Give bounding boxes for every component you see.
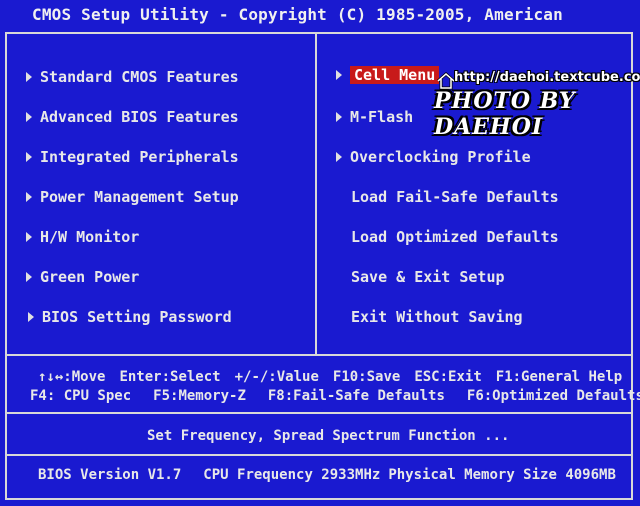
menu-item-hw-monitor[interactable]: H/W Monitor [26, 226, 139, 248]
divider-description [7, 412, 631, 414]
triangle-right-icon [26, 151, 32, 162]
menu-item-integrated-peripherals[interactable]: Integrated Peripherals [26, 146, 239, 168]
memory-size: Physical Memory Size 4096MB [388, 467, 616, 483]
menu-label: Standard CMOS Features [40, 68, 239, 86]
triangle-right-icon [26, 231, 32, 242]
menu-item-exit-without-saving[interactable]: Exit Without Saving [351, 306, 523, 328]
divider-help [7, 354, 631, 356]
menu-item-power-management[interactable]: Power Management Setup [26, 186, 239, 208]
photo-watermark: http://daehoi.textcube.com PHOTO BY DAEH… [428, 66, 640, 140]
menu-label: BIOS Setting Password [42, 308, 232, 326]
menu-item-m-flash[interactable]: M-Flash [336, 106, 413, 128]
menu-label: M-Flash [350, 108, 414, 126]
help-move: ↑↓↔:Move [38, 369, 106, 385]
window-title: CMOS Setup Utility - Copyright (C) 1985-… [0, 0, 640, 54]
help-general: F1:General Help [495, 369, 623, 385]
triangle-right-icon [28, 311, 34, 322]
menu-item-save-exit[interactable]: Save & Exit Setup [351, 266, 505, 288]
menu-label: Integrated Peripherals [40, 148, 239, 166]
menu-label: H/W Monitor [40, 228, 140, 246]
help-select: Enter:Select [119, 369, 221, 385]
menu-item-load-optimized[interactable]: Load Optimized Defaults [351, 226, 559, 248]
menu-item-load-failsafe[interactable]: Load Fail-Safe Defaults [351, 186, 559, 208]
triangle-right-icon [26, 111, 32, 122]
menu-item-cell-menu[interactable]: Cell Menu [336, 64, 440, 86]
triangle-right-icon [336, 69, 342, 80]
help-value: +/-/:Value [234, 369, 319, 385]
pane-divider [315, 34, 317, 356]
help-row-2: F4: CPU Spec F5:Memory-Z F8:Fail-Safe Defa… [30, 386, 640, 406]
bios-version: BIOS Version V1.7 [38, 467, 182, 483]
help-cpu-spec: F4: CPU Spec [30, 388, 132, 404]
cpu-frequency: CPU Frequency 2933MHz [203, 467, 381, 483]
menu-label: Power Management Setup [40, 188, 239, 206]
help-optimized: F6:Optimized Defaults [466, 388, 640, 404]
menu-item-advanced-bios[interactable]: Advanced BIOS Features [26, 106, 239, 128]
triangle-right-icon [336, 151, 342, 162]
item-description: Set Frequency, Spread Spectrum Function … [147, 428, 510, 444]
help-row-1: ↑↓↔:Move Enter:Select +/-/:Value F10:Save ES… [38, 367, 636, 387]
watermark-photo-by: PHOTO BY DAEHOI [434, 88, 576, 140]
menu-label: Advanced BIOS Features [40, 108, 239, 126]
watermark-url: http://daehoi.textcube.com [454, 70, 640, 85]
triangle-right-icon [336, 111, 342, 122]
menu-item-green-power[interactable]: Green Power [26, 266, 139, 288]
menu-item-overclocking-profile[interactable]: Overclocking Profile [336, 146, 531, 168]
help-save: F10:Save [332, 369, 401, 385]
help-failsafe: F8:Fail-Safe Defaults [267, 388, 445, 404]
menu-item-bios-password[interactable]: BIOS Setting Password [28, 306, 232, 328]
divider-status [7, 454, 631, 456]
menu-item-standard-cmos[interactable]: Standard CMOS Features [26, 66, 239, 88]
menu-label: Green Power [40, 268, 140, 286]
help-exit: ESC:Exit [414, 369, 482, 385]
triangle-right-icon [26, 271, 32, 282]
menu-label: Overclocking Profile [350, 148, 531, 166]
menu-label-selected: Cell Menu [350, 66, 440, 84]
help-memory-z: F5:Memory-Z [153, 388, 246, 404]
triangle-right-icon [26, 71, 32, 82]
status-bar: BIOS Version V1.7 CPU Frequency 2933MHz Ph… [38, 465, 630, 485]
triangle-right-icon [26, 191, 32, 202]
